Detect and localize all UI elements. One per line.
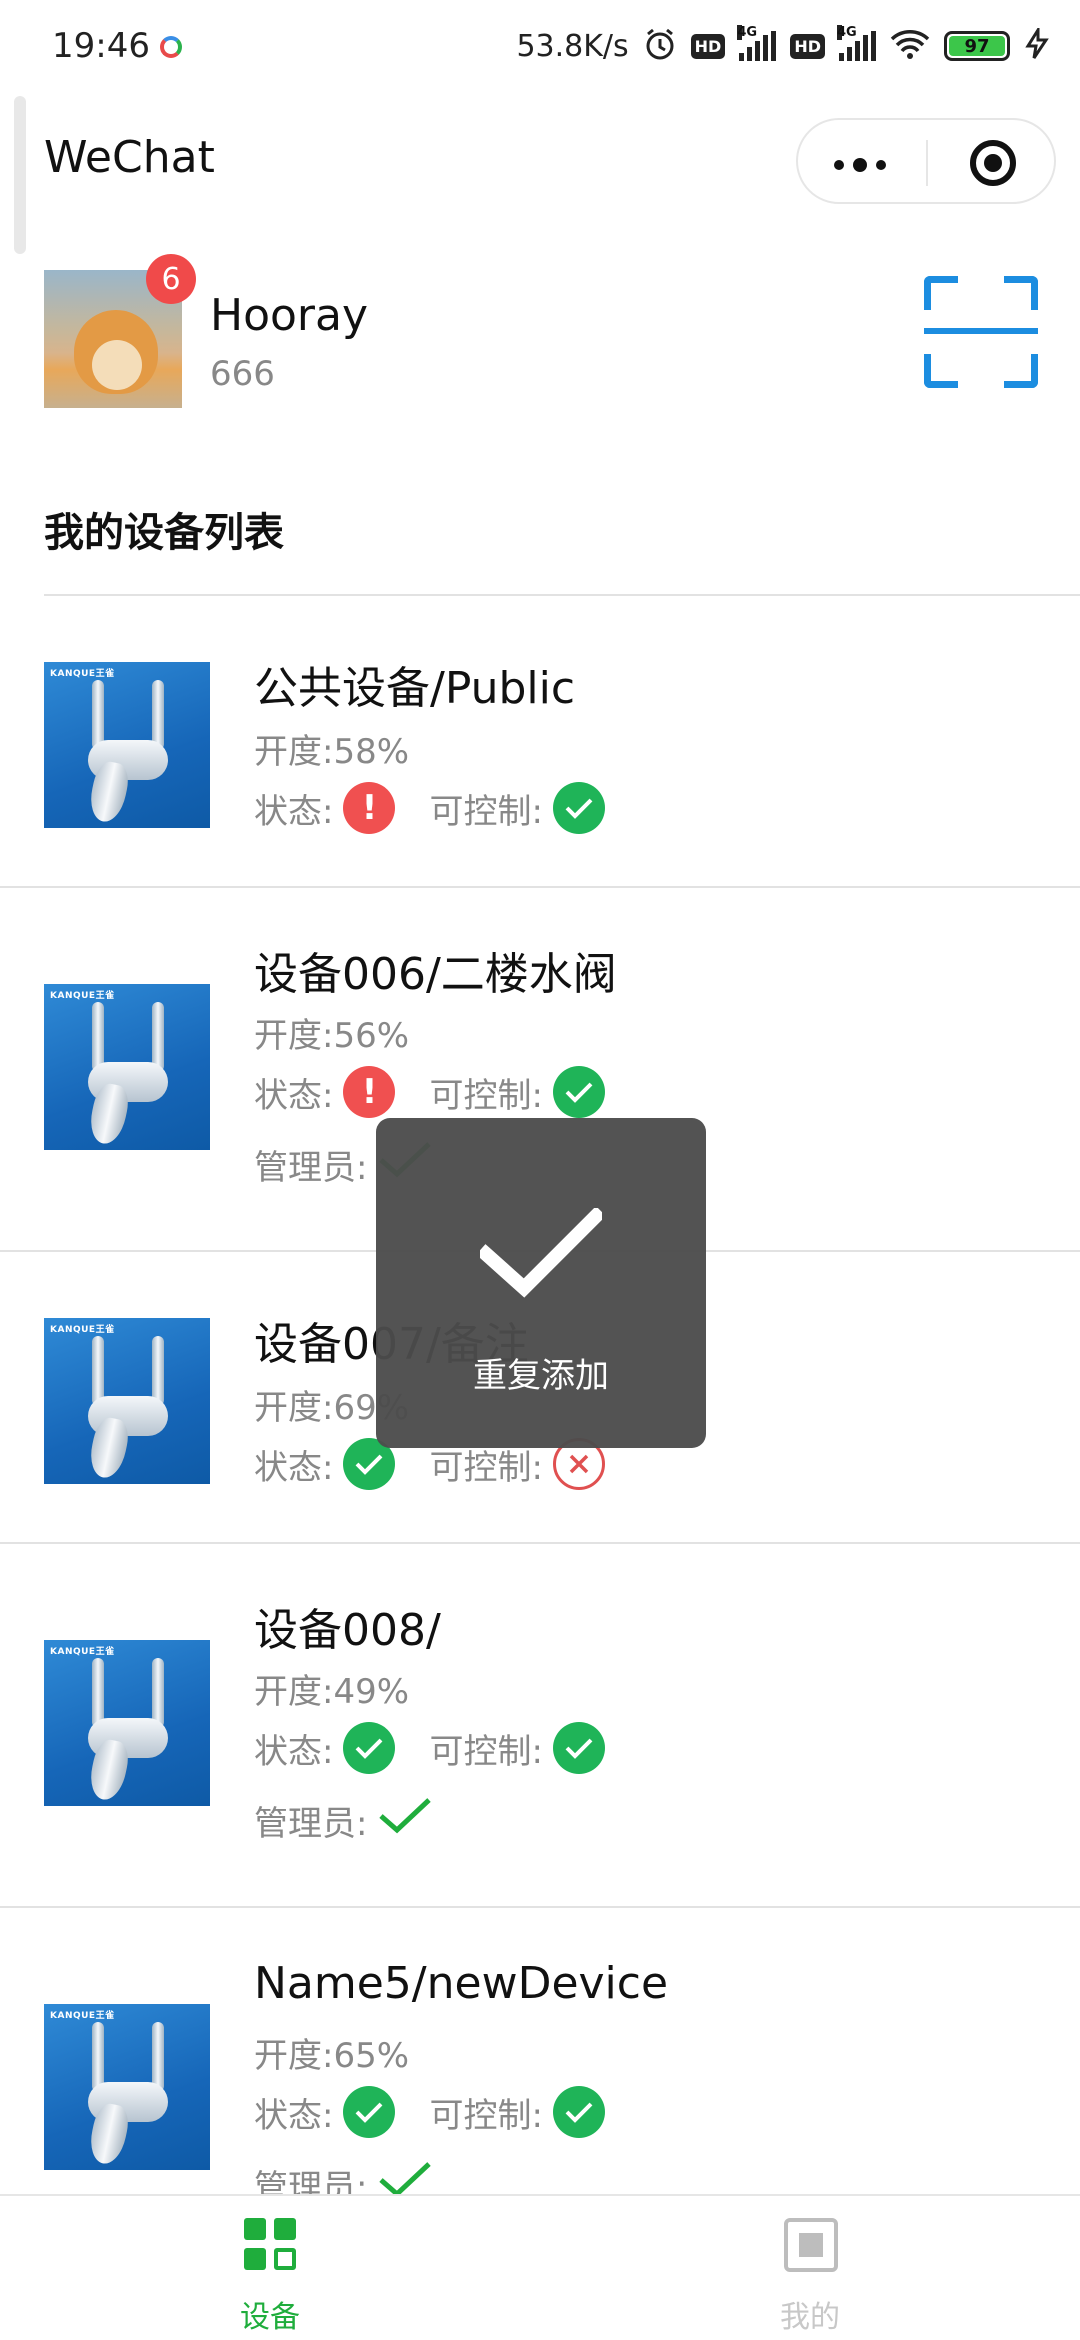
device-opening: 开度:49% — [254, 1672, 410, 1712]
miniprogram-capsule — [796, 118, 1056, 204]
device-admin-row: 管理员: — [254, 1796, 433, 1845]
scan-icon[interactable] — [924, 276, 1038, 388]
device-title: 设备006/二楼水阀 — [254, 949, 617, 1000]
device-thumbnail: KANQUE王雀 — [44, 1318, 210, 1484]
tab-mine[interactable]: 我的 — [540, 2196, 1080, 2340]
device-opening: 开度:58% — [254, 732, 410, 772]
thumb-brand-logo: KANQUE王雀 — [50, 2011, 115, 2021]
dog-photo — [74, 310, 158, 394]
battery-level: 97 — [949, 36, 1005, 57]
chip-icon — [784, 2218, 838, 2272]
thumb-brand-logo: KANQUE王雀 — [50, 1325, 115, 1335]
page-title: WeChat — [44, 132, 215, 183]
profile-subtitle: 666 — [210, 354, 275, 394]
controllable-label: 可控制: — [429, 1731, 543, 1772]
admin-label: 管理员: — [254, 2168, 368, 2194]
device-list-item[interactable]: KANQUE王雀 公共设备/Public 开度:58% 状态:! 可控制: — [0, 596, 1080, 888]
device-list-item[interactable]: KANQUE王雀 设备008/开度:49% 状态: 可控制: 管理员: — [0, 1544, 1080, 1908]
device-status-row: 状态: 可控制: — [254, 2086, 605, 2138]
network-type-label: 4G — [837, 25, 857, 40]
section-title: 我的设备列表 — [44, 510, 284, 556]
capsule-divider — [926, 140, 928, 186]
alarm-icon — [643, 27, 677, 65]
toast: 重复添加 — [376, 1118, 706, 1448]
target-icon[interactable] — [970, 140, 1016, 186]
admin-label: 管理员: — [254, 1148, 368, 1188]
checkmark-icon — [480, 1208, 602, 1298]
device-admin-row: 管理员: — [254, 2160, 433, 2194]
nav-bar: WeChat — [0, 96, 1080, 226]
device-title: Name5/newDevice — [254, 1958, 669, 2009]
network-type-label: 4G — [737, 25, 758, 40]
status-label: 状态: — [254, 791, 334, 832]
status-right: 53.8K/s HD 4G HD 4G 97 — [516, 24, 1050, 68]
status-label: 状态: — [254, 1731, 334, 1772]
tab-devices[interactable]: 设备 — [0, 2196, 540, 2340]
admin-check-icon — [377, 1796, 433, 1845]
device-opening: 开度:56% — [254, 1016, 410, 1056]
device-status-row: 状态: 可控制: — [254, 1722, 605, 1774]
warning-icon: ! — [343, 782, 396, 834]
thumb-brand-logo: KANQUE王雀 — [50, 1647, 115, 1657]
device-thumbnail: KANQUE王雀 — [44, 662, 210, 828]
device-opening: 开度:65% — [254, 2036, 410, 2076]
tab-label: 设备 — [240, 2300, 300, 2335]
status-bar: 19:46 53.8K/s HD 4G HD 4G 97 — [0, 0, 1080, 96]
device-status-row: 状态:! 可控制: — [254, 782, 605, 834]
device-thumbnail: KANQUE王雀 — [44, 1640, 210, 1806]
thumb-brand-logo: KANQUE王雀 — [50, 991, 115, 1001]
device-thumbnail: KANQUE王雀 — [44, 984, 210, 1150]
tab-bar: 设备 我的 — [0, 2194, 1080, 2340]
device-list-item[interactable]: KANQUE王雀 Name5/newDevice 开度:65% 状态: 可控制: 管理员: — [0, 1908, 1080, 2194]
check-circle-icon — [552, 782, 605, 834]
tab-label: 我的 — [780, 2300, 840, 2335]
battery-icon: 97 — [944, 31, 1010, 61]
controllable-label: 可控制: — [429, 1075, 543, 1116]
check-circle-icon — [552, 1722, 605, 1774]
check-circle-icon — [343, 2086, 396, 2138]
hd-badge: HD — [690, 33, 726, 59]
admin-check-icon — [377, 2160, 433, 2194]
profile-name: Hooray — [210, 290, 369, 341]
more-dots-icon[interactable] — [834, 158, 886, 172]
status-label: 状态: — [254, 2095, 334, 2136]
status-label: 状态: — [254, 1447, 334, 1488]
wifi-icon — [890, 28, 930, 64]
check-circle-icon — [552, 1066, 605, 1118]
check-circle-icon — [552, 2086, 605, 2138]
status-label: 状态: — [254, 1075, 334, 1116]
signal-icon: 4G — [737, 25, 777, 61]
charging-icon — [1024, 24, 1050, 64]
thumb-brand-logo: KANQUE王雀 — [50, 669, 115, 679]
hd-badge: HD — [790, 33, 825, 59]
device-title: 公共设备/Public — [254, 663, 576, 714]
signal-icon: 4G — [837, 25, 876, 61]
toast-message: 重复添加 — [473, 1356, 609, 1396]
check-circle-icon — [343, 1722, 396, 1774]
grid-icon — [244, 2218, 298, 2272]
device-title: 设备008/ — [254, 1605, 441, 1656]
profile-header: 6 Hooray 666 — [0, 250, 1080, 430]
warning-icon: ! — [343, 1066, 396, 1118]
controllable-label: 可控制: — [429, 791, 543, 832]
device-thumbnail: KANQUE王雀 — [44, 2004, 210, 2170]
notification-badge: 6 — [146, 254, 196, 304]
controllable-label: 可控制: — [429, 2095, 543, 2136]
network-speed: 53.8K/s — [516, 28, 629, 64]
app-notification-icon — [160, 36, 182, 58]
admin-label: 管理员: — [254, 1804, 368, 1844]
status-time: 19:46 — [52, 26, 150, 66]
device-status-row: 状态:! 可控制: — [254, 1066, 605, 1118]
